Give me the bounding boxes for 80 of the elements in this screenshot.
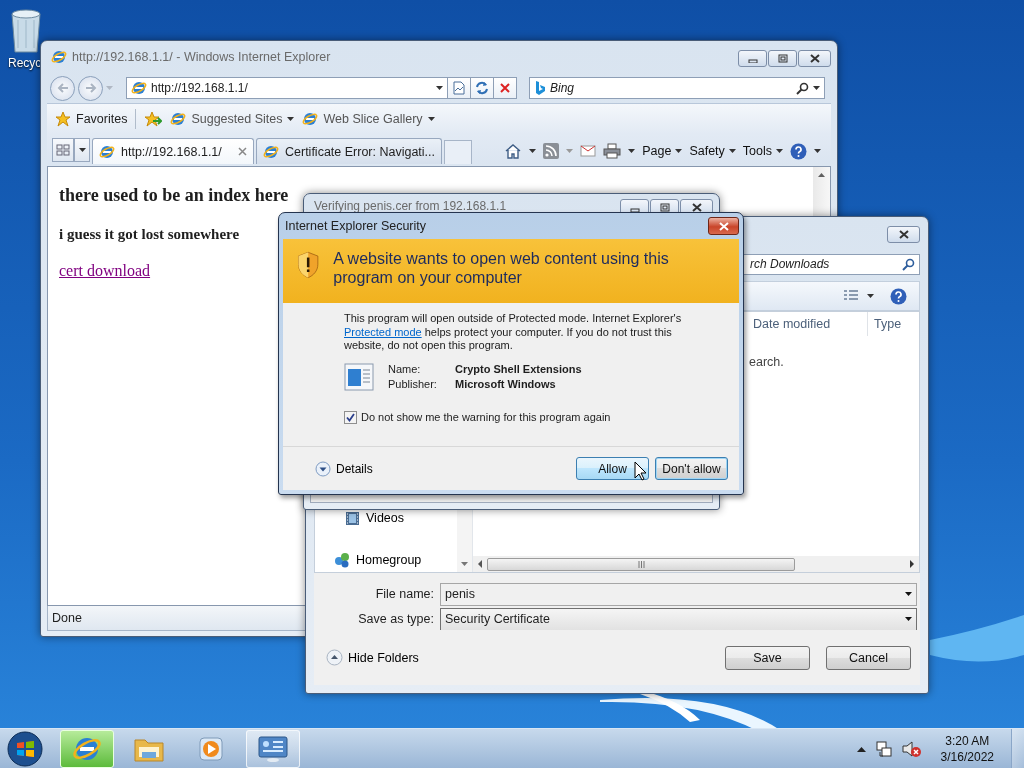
maximize-icon bbox=[659, 203, 670, 212]
warning-text: This program will open outside of Protected mode. Internet Explorer's Protected mode helps protect your computer. If you do not trust this website, do not open this program. bbox=[344, 312, 683, 353]
forward-arrow-icon bbox=[84, 83, 97, 93]
checkbox[interactable] bbox=[344, 410, 357, 424]
field-value: Microsoft Windows bbox=[455, 378, 557, 390]
close-icon bbox=[898, 230, 909, 239]
caret-icon bbox=[106, 86, 113, 90]
grid-icon bbox=[56, 144, 70, 156]
star-icon bbox=[55, 111, 71, 127]
close-icon bbox=[809, 54, 820, 63]
clock-date[interactable]: 3/16/2022 bbox=[940, 748, 994, 765]
protected-mode-link[interactable]: Protected mode bbox=[344, 325, 422, 338]
network-icon[interactable] bbox=[874, 739, 893, 758]
clock-time[interactable]: 3:20 AM bbox=[945, 732, 990, 749]
field-value: Crypto Shell Extensions bbox=[455, 363, 582, 375]
dialog-button[interactable]: Don't allow bbox=[655, 457, 728, 480]
nav-item[interactable]: Homegroup bbox=[315, 550, 457, 570]
start-orb-icon bbox=[7, 730, 43, 767]
caret-icon bbox=[461, 562, 468, 566]
browser-icon bbox=[51, 49, 67, 65]
browser-icon bbox=[131, 80, 147, 96]
field-label: Name: bbox=[388, 363, 422, 375]
caret-icon bbox=[867, 294, 874, 298]
maximize-icon bbox=[777, 54, 788, 63]
page-heading: there used to be an index here bbox=[59, 185, 289, 206]
scroll-right-icon bbox=[909, 560, 915, 568]
field-label: File name: bbox=[374, 587, 434, 601]
window-title: Verifying penis.cer from 192.168.1.1 bbox=[314, 199, 507, 213]
program-icon bbox=[344, 362, 374, 391]
caret-icon bbox=[814, 149, 821, 153]
caret-icon bbox=[427, 117, 435, 121]
close-button[interactable] bbox=[708, 217, 739, 235]
caret-icon bbox=[78, 148, 86, 152]
caret-icon bbox=[529, 149, 537, 153]
caret-icon bbox=[728, 149, 736, 153]
caret-icon bbox=[628, 149, 636, 153]
scroll-left-icon bbox=[477, 560, 483, 568]
close-icon bbox=[691, 203, 702, 212]
search-icon bbox=[902, 257, 915, 271]
browser-icon bbox=[263, 143, 279, 160]
caret-icon bbox=[813, 86, 820, 90]
field-label: Save as type: bbox=[357, 612, 434, 626]
close-icon bbox=[718, 221, 729, 231]
browser-icon bbox=[170, 111, 187, 127]
expand-icon bbox=[315, 460, 331, 477]
caret-icon bbox=[776, 149, 783, 153]
taskbar-button[interactable] bbox=[60, 729, 114, 768]
window-title: Internet Explorer Security bbox=[285, 219, 427, 233]
browser-icon bbox=[99, 143, 115, 160]
search-provider-icon bbox=[534, 80, 546, 96]
volume-muted-icon[interactable] bbox=[901, 739, 922, 758]
warning-heading: A website wants to open web content using this program on your computer bbox=[333, 249, 670, 288]
caret-icon bbox=[436, 86, 443, 90]
field-label: Publisher: bbox=[388, 378, 438, 390]
homegroup-icon bbox=[334, 552, 350, 568]
caret-icon bbox=[905, 617, 912, 621]
caret-icon bbox=[566, 149, 574, 153]
caret-icon bbox=[287, 117, 295, 121]
caret-icon bbox=[675, 149, 683, 153]
browser-icon bbox=[302, 111, 319, 127]
show-hidden-icons-icon[interactable] bbox=[856, 745, 866, 752]
mouse-pointer-icon bbox=[634, 461, 647, 481]
desktop-icon-label[interactable]: Recyc bbox=[8, 56, 42, 70]
dashboard-icon bbox=[257, 734, 289, 763]
start-button[interactable] bbox=[4, 728, 46, 768]
caret-icon bbox=[905, 592, 912, 596]
stop-icon bbox=[500, 83, 510, 93]
close-tab-icon[interactable] bbox=[238, 147, 247, 156]
media-player-icon bbox=[197, 734, 225, 763]
checkbox-label[interactable]: Do not show me the warning for this program again bbox=[361, 411, 611, 423]
grip-icon bbox=[637, 560, 645, 568]
details-button[interactable]: Details bbox=[315, 460, 373, 477]
back-arrow-icon bbox=[56, 83, 69, 93]
film-icon bbox=[345, 510, 360, 526]
refresh-icon bbox=[475, 81, 489, 95]
collapse-icon bbox=[326, 649, 343, 666]
window-title: http://192.168.1.1/ - Windows Internet Explorer bbox=[72, 50, 331, 64]
page-subheading: i guess it got lost somewhere bbox=[59, 226, 240, 243]
search-icon bbox=[796, 81, 809, 95]
dialog-button[interactable]: Allow bbox=[576, 457, 649, 480]
